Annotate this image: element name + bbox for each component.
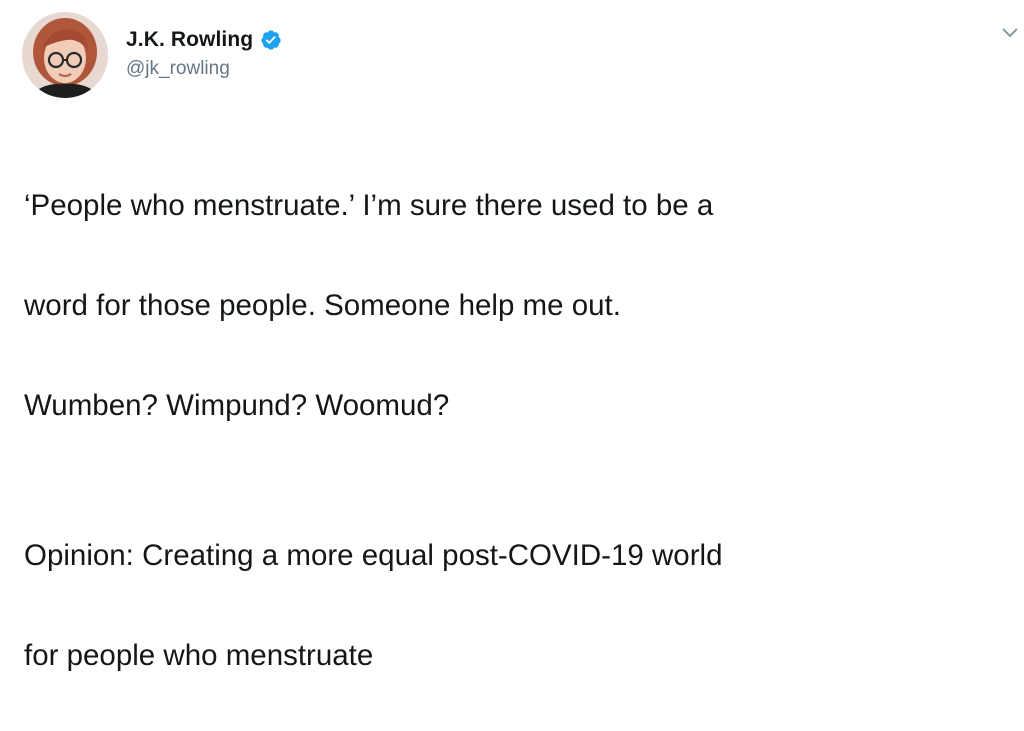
tweet-text: ‘People who menstruate.’ I’m sure there … — [24, 131, 1014, 731]
quoted-headline-line-2: for people who menstruate — [24, 639, 374, 672]
author-display-name[interactable]: J.K. Rowling — [126, 28, 253, 52]
tweet-line-3: Wumben? Wimpund? Woomud? — [24, 389, 450, 422]
author-name-row: J.K. Rowling — [126, 27, 282, 53]
author-handle[interactable]: @jk_rowling — [126, 58, 282, 80]
verified-badge-icon — [261, 30, 281, 50]
tweet-card: J.K. Rowling @jk_rowling ‘People who men… — [0, 0, 1024, 672]
tweet-line-2: word for those people. Someone help me o… — [24, 289, 621, 322]
author-avatar[interactable] — [22, 12, 108, 98]
tweet-line-1: ‘People who menstruate.’ I’m sure there … — [24, 189, 714, 222]
chevron-down-icon[interactable] — [1000, 26, 1020, 40]
author-info: J.K. Rowling @jk_rowling — [126, 27, 282, 80]
quoted-headline-line-1: Opinion: Creating a more equal post-COVI… — [24, 539, 723, 572]
avatar-image — [22, 12, 108, 98]
